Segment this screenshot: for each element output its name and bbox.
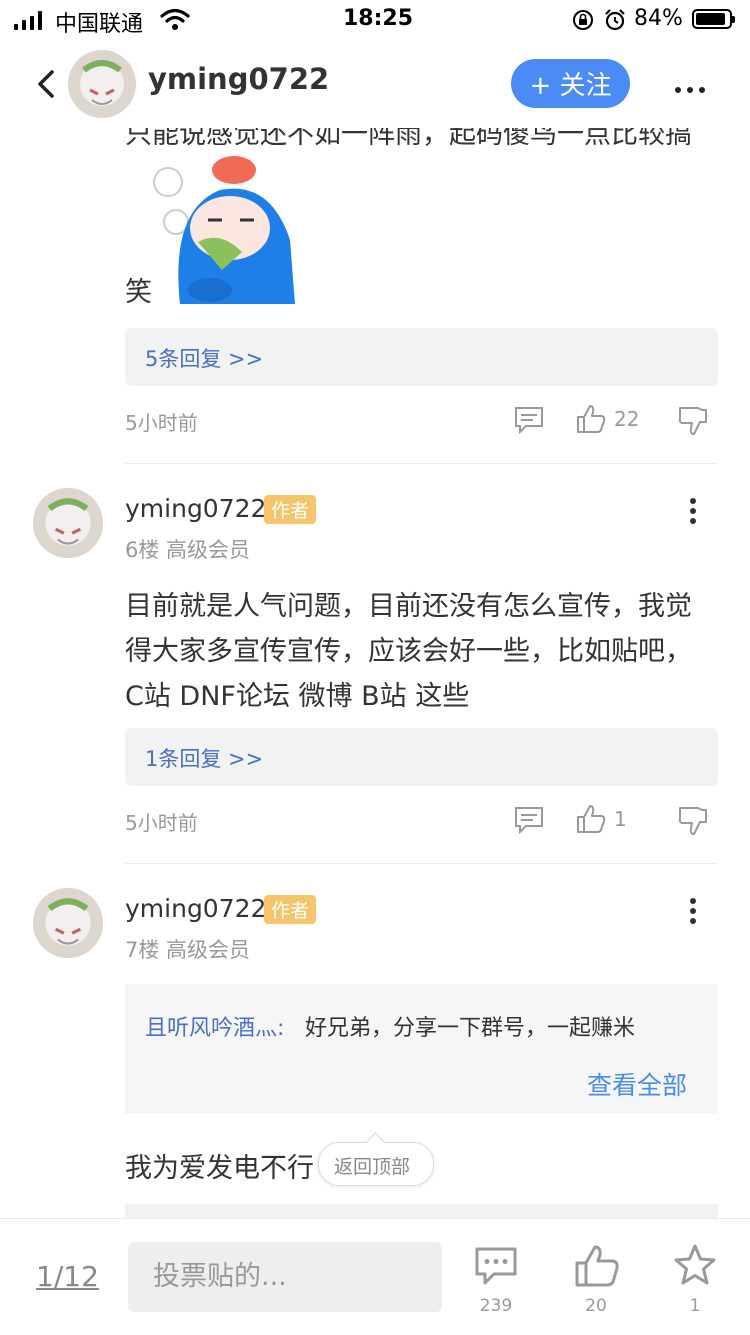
replies-box[interactable]: 5条回复 >> [125, 328, 718, 386]
quoted-reply-box[interactable]: 且听风吟酒灬: 好兄弟，分享一下群号，一起赚米 查看全部 [125, 984, 718, 1114]
author-badge: 作者 [264, 495, 317, 524]
signal-icon [14, 10, 48, 30]
commenter-avatar[interactable] [33, 488, 103, 558]
top-nav-bar: yming0722 [0, 40, 750, 128]
battery-icon [692, 9, 735, 29]
comment-time: 5小时前 [125, 811, 198, 835]
back-to-top-button[interactable]: 返回顶部 [318, 1132, 434, 1186]
carrier-label: 中国联通 [55, 12, 144, 37]
quote-author[interactable]: 且听风吟酒灬: [145, 1010, 284, 1042]
comment-count: 239 [479, 1296, 513, 1316]
wifi-icon [160, 8, 190, 30]
thumbs-down-icon[interactable] [678, 406, 708, 436]
comment-text: 我为爱发电不行 [125, 1153, 314, 1184]
like-icon[interactable] [574, 1244, 620, 1288]
back-to-top-label: 返回顶部 [334, 1156, 411, 1178]
comment-menu-icon[interactable] [690, 894, 696, 928]
author-badge: 作者 [264, 895, 317, 924]
star-icon[interactable] [672, 1243, 718, 1287]
comment-text-line: 得大家多宣传宣传，应该会好一些，比如贴吧， [125, 636, 692, 667]
floor-label: 6楼 高级会员 [125, 538, 251, 562]
status-bar: 中国联通 18:25 84% [0, 0, 750, 40]
reply-box-edge [125, 1204, 718, 1218]
comment-icon[interactable] [514, 406, 544, 434]
rotation-lock-icon [573, 10, 593, 30]
header-username[interactable]: yming0722 [148, 62, 329, 96]
follow-button[interactable]: + 关注 [511, 59, 630, 108]
commenter-username[interactable]: yming0722 [125, 494, 266, 523]
comment-count-icon[interactable] [474, 1246, 518, 1286]
sticker-image [150, 150, 298, 304]
comment-text-end: 笑 [125, 277, 152, 308]
commenter-avatar[interactable] [33, 888, 103, 958]
like-count: 20 [585, 1296, 607, 1316]
like-count: 1 [614, 807, 627, 831]
comment-text-line: C站 DNF论坛 微博 B站 这些 [125, 681, 470, 712]
comment-time: 5小时前 [125, 411, 198, 435]
alarm-icon [605, 9, 625, 31]
quote-text: 好兄弟，分享一下群号，一起赚米 [305, 1016, 636, 1041]
view-all-link[interactable]: 查看全部 [587, 1066, 687, 1102]
chevron-left-icon[interactable] [34, 68, 58, 100]
battery-percent: 84% [634, 6, 683, 31]
clock: 18:25 [343, 6, 414, 31]
comment-input[interactable]: 投票贴的... [128, 1242, 442, 1312]
view-replies-link[interactable]: 5条回复 >> [145, 343, 263, 373]
thumbs-up-icon[interactable] [576, 404, 606, 434]
comment-icon[interactable] [514, 806, 544, 834]
more-icon[interactable] [672, 78, 708, 97]
author-avatar[interactable] [68, 50, 136, 118]
thumbs-up-icon[interactable] [576, 804, 606, 834]
commenter-username[interactable]: yming0722 [125, 894, 266, 923]
view-replies-link[interactable]: 1条回复 >> [145, 743, 263, 773]
divider [125, 863, 718, 864]
replies-box[interactable]: 1条回复 >> [125, 728, 718, 786]
divider [125, 463, 718, 464]
comment-text-line: 目前就是人气问题，目前还没有怎么宣传，我觉 [125, 591, 692, 622]
thumbs-down-icon[interactable] [678, 806, 708, 836]
star-count: 1 [689, 1296, 701, 1316]
comment-menu-icon[interactable] [690, 494, 696, 528]
floor-label: 7楼 高级会员 [125, 938, 251, 962]
like-count: 22 [614, 407, 640, 431]
page-indicator[interactable]: 1/12 [36, 1260, 99, 1293]
